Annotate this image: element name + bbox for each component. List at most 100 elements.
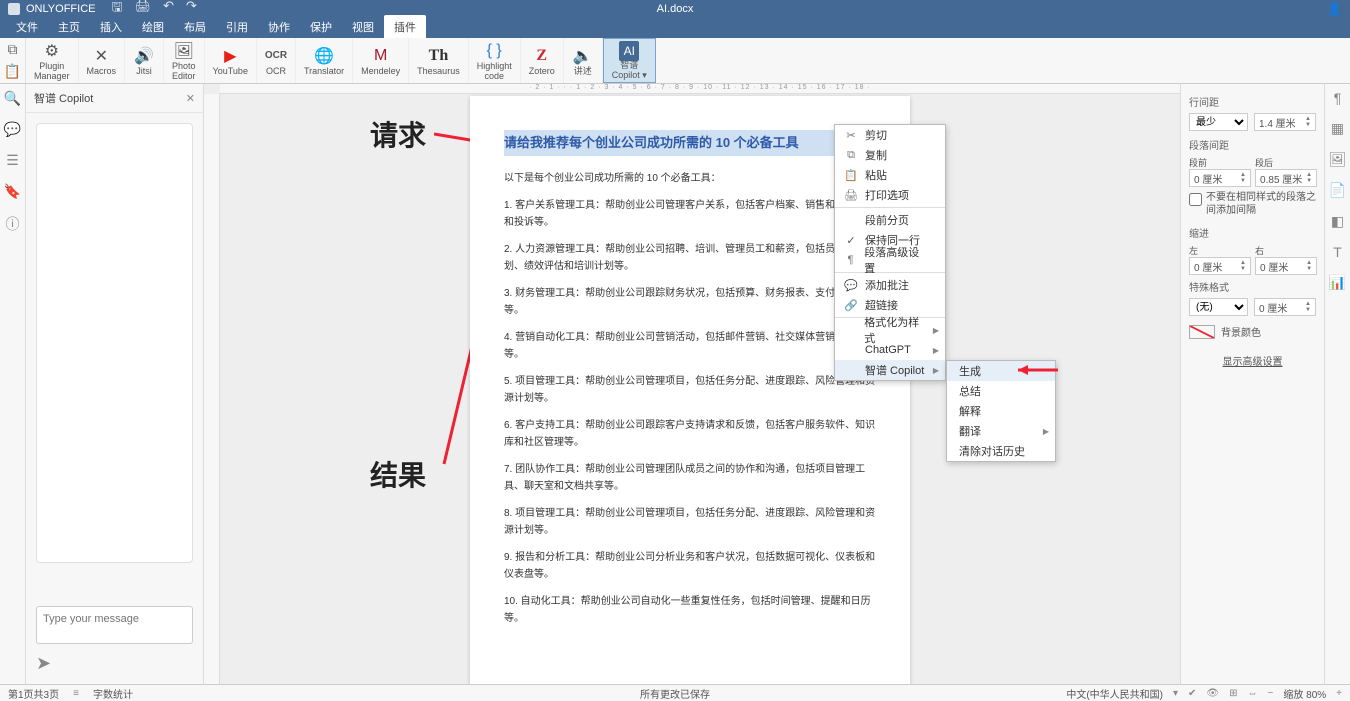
vertical-ruler[interactable] [204,94,220,684]
ribbon-youtube[interactable]: ▶YouTube [205,38,257,83]
ctx-sub-翻译[interactable]: 翻译▶ [947,421,1055,441]
right-rail-chart-icon[interactable]: 📊 [1329,274,1346,291]
line-spacing-mode-select[interactable]: 最少 [1189,113,1248,131]
tab-references[interactable]: 引用 [216,15,258,38]
status-wordcount-icon[interactable]: ≡ [73,688,79,699]
left-rail-info-icon[interactable]: ⓘ [6,214,20,234]
status-wordcount-label[interactable]: 字数统计 [93,686,133,701]
request-heading[interactable]: 请给我推荐每个创业公司成功所需的 10 个必备工具 [504,130,876,156]
submenu-arrow-icon: ▶ [933,346,939,355]
ribbon-photo-editor[interactable]: 🖼Photo Editor [164,38,205,83]
ctx-段落高级设置[interactable]: ¶段落高级设置 [835,250,945,270]
ctx-icon: ⧉ [843,149,859,162]
result-item[interactable]: 4. 营销自动化工具：帮助创业公司营销活动，包括邮件营销、社交媒体营销、搜索告等… [504,329,876,363]
left-rail-comments-icon[interactable]: 💬 [4,121,21,138]
ctx-智谱 Copilot[interactable]: 智谱 Copilot▶ [835,360,945,380]
result-item[interactable]: 5. 项目管理工具：帮助创业公司管理项目，包括任务分配、进度跟踪、风险管理和资源… [504,373,876,407]
copilot-panel-close-icon[interactable]: ✕ [186,92,195,105]
ctx-复制[interactable]: ⧉复制 [835,145,945,165]
status-track-icon[interactable]: 👁 [1206,688,1219,699]
ctx-添加批注[interactable]: 💬添加批注 [835,275,945,295]
result-item[interactable]: 10. 自动化工具：帮助创业公司自动化一些重复性任务，包括时间管理、提醒和日历等… [504,593,876,627]
status-fitwidth-icon[interactable]: ⇔ [1248,688,1258,699]
status-zoom-out-icon[interactable]: − [1268,688,1274,699]
ribbon-speech[interactable]: 🔈讲述 [564,38,603,83]
qat-undo-icon[interactable]: ↶ [163,0,174,20]
spacing-after-spin[interactable]: 0.85 厘米▲▼ [1255,169,1317,187]
ribbon-zotero[interactable]: ZZotero [521,38,564,83]
document-canvas[interactable]: 请求 结果 请给我推荐每个创业公司成功所需的 10 个必备工具 以下是每个创业公… [220,94,1180,684]
ctx-label: 添加批注 [865,277,909,293]
ribbon-macros[interactable]: ✕Macros [79,38,126,83]
ribbon-translator[interactable]: 🌐Translator [296,38,353,83]
status-page-count[interactable]: 第1页共3页 [8,686,59,701]
status-lang-dropdown-icon[interactable]: ▾ [1173,688,1178,699]
ribbon-copy-icon[interactable]: ⧉ [8,41,18,58]
status-zoom-in-icon[interactable]: + [1336,688,1342,699]
ctx-ChatGPT[interactable]: ChatGPT ▶ [835,340,945,360]
ctx-格式化为样式[interactable]: 格式化为样式▶ [835,320,945,340]
copilot-input[interactable] [36,606,193,644]
qat-save-icon[interactable]: 🖫 [111,0,122,20]
ribbon-highlight-code[interactable]: { }Highlight code [469,38,521,83]
ribbon-paste-icon[interactable]: 📋 [4,63,21,80]
ctx-label: ChatGPT [865,344,911,356]
advanced-settings-link[interactable]: 显示高级设置 [1189,353,1316,368]
result-item[interactable]: 9. 报告和分析工具：帮助创业公司分析业务和客户状况，包括数据可视化、仪表板和仪… [504,549,876,583]
same-style-checkbox[interactable] [1189,193,1202,206]
user-icon[interactable]: 👤 [1327,2,1342,16]
status-zoom-label[interactable]: 缩放 80% [1283,686,1326,701]
ribbon-mendeley[interactable]: MMendeley [353,38,409,83]
result-item[interactable]: 6. 客户支持工具：帮助创业公司跟踪客户支持请求和反馈，包括客户服务软件、知识库… [504,417,876,451]
ribbon-jitsi[interactable]: 🔊Jitsi [125,38,164,83]
right-rail-header-icon[interactable]: 📄 [1329,182,1346,199]
right-rail-table-icon[interactable]: ▦ [1331,120,1344,137]
qat-print-icon[interactable]: 🖨 [135,0,152,20]
spacing-before-spin[interactable]: 0 厘米▲▼ [1189,169,1251,187]
tab-collab[interactable]: 协作 [258,15,300,38]
copilot-send-icon[interactable]: ➤ [36,653,193,674]
tab-file[interactable]: 文件 [6,15,48,38]
ribbon-thesaurus[interactable]: ThThesaurus [409,38,469,83]
ribbon-copilot[interactable]: AI智谱 Copilot ▾ [603,38,656,83]
ctx-超链接[interactable]: 🔗超链接 [835,295,945,315]
result-intro[interactable]: 以下是每个创业公司成功所需的 10 个必备工具： [504,170,876,187]
status-fit-icon[interactable]: ⊞ [1229,688,1237,699]
ctx-粘贴[interactable]: 📋粘贴 [835,165,945,185]
special-indent-select[interactable]: (无) [1189,298,1248,316]
mendeley-icon: M [370,45,392,67]
left-rail-bookmarks-icon[interactable]: 🔖 [4,183,21,200]
special-indent-spin[interactable]: 0 厘米▲▼ [1254,298,1316,316]
left-rail-headings-icon[interactable]: ☰ [6,152,19,169]
left-rail-search-icon[interactable]: 🔍 [4,90,21,107]
horizontal-ruler[interactable]: · 2 · 1 · · · 1 · 2 · 3 · 4 · 5 · 6 · 7 … [220,84,1180,94]
right-rail-paragraph-icon[interactable]: ¶ [1334,90,1342,106]
result-item[interactable]: 7. 团队协作工具：帮助创业公司管理团队成员之间的协作和沟通，包括项目管理工具、… [504,461,876,495]
result-item[interactable]: 8. 项目管理工具：帮助创业公司管理项目，包括任务分配、进度跟踪、风险管理和资源… [504,505,876,539]
status-spellcheck-icon[interactable]: ✔ [1188,688,1196,699]
ribbon-ocr[interactable]: OCROCR [257,38,296,83]
tab-plugins[interactable]: 插件 [384,15,426,38]
result-item[interactable]: 3. 财务管理工具：帮助创业公司跟踪财务状况，包括预算、财务报表、支付和收款等。 [504,285,876,319]
ctx-段前分页[interactable]: 段前分页 [835,210,945,230]
indent-left-spin[interactable]: 0 厘米▲▼ [1189,257,1251,275]
qat-redo-icon[interactable]: ↷ [186,0,197,20]
ctx-sub-清除对话历史[interactable]: 清除对话历史 [947,441,1055,461]
ctx-sub-总结[interactable]: 总结 [947,381,1055,401]
tab-home[interactable]: 主页 [48,15,90,38]
status-language[interactable]: 中文(中华人民共和国) [1066,686,1163,701]
right-rail-text-icon[interactable]: T [1333,244,1342,260]
ctx-剪切[interactable]: ✂剪切 [835,125,945,145]
ctx-打印选项[interactable]: 🖨打印选项 [835,185,945,205]
result-item[interactable]: 2. 人力资源管理工具：帮助创业公司招聘、培训、管理员工和薪资，包括员工档案计划… [504,241,876,275]
result-item[interactable]: 1. 客户关系管理工具：帮助创业公司管理客户关系，包括客户档案、销售和营销进度和… [504,197,876,231]
right-rail-image-icon[interactable]: 🖼 [1329,151,1347,168]
tab-view[interactable]: 视图 [342,15,384,38]
ribbon-plugin-manager[interactable]: ⚙Plugin Manager [26,38,79,83]
bg-color-swatch[interactable] [1189,325,1215,339]
line-spacing-value-spin[interactable]: 1.4 厘米▲▼ [1254,113,1316,131]
tab-protect[interactable]: 保护 [300,15,342,38]
ctx-sub-解释[interactable]: 解释 [947,401,1055,421]
right-rail-shape-icon[interactable]: ◧ [1331,213,1344,230]
indent-right-spin[interactable]: 0 厘米▲▼ [1255,257,1317,275]
